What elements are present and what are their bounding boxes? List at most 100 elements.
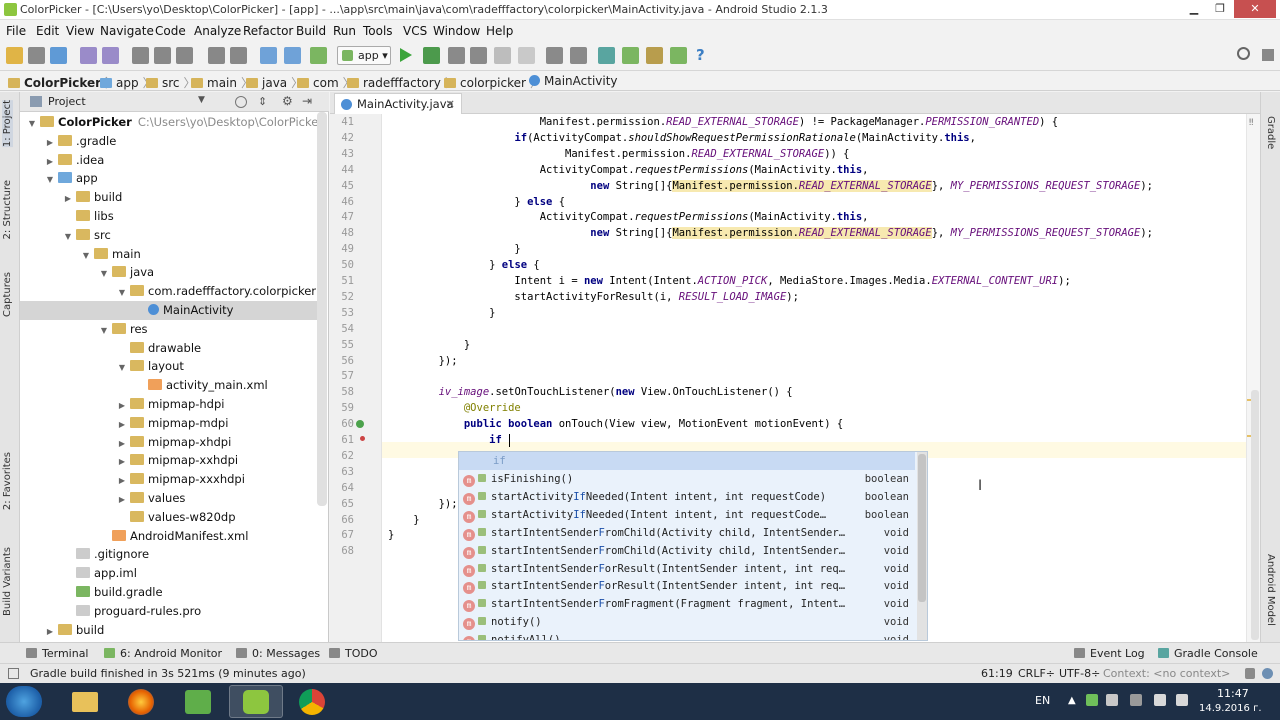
tree-item[interactable]: ▼ main [20,245,317,264]
sdk-manager-icon[interactable] [646,47,663,64]
tray-network-icon[interactable] [1106,694,1118,706]
completion-item[interactable]: if [459,452,915,470]
tool-tab-todo[interactable]: TODO [329,647,378,660]
attach-debugger-icon[interactable] [470,47,487,64]
menu-analyze[interactable]: Analyze [194,24,241,38]
android-device-monitor-icon[interactable] [670,47,687,64]
taskbar-chrome[interactable] [286,685,340,718]
breadcrumb-item[interactable]: colorpicker〉 [444,74,542,91]
context-indicator[interactable]: Context: <no context> [1103,667,1230,680]
tree-item[interactable]: ▶ mipmap-xxxhdpi [20,470,317,489]
minimize-button[interactable]: ▁ [1182,0,1206,18]
avatar-icon[interactable] [1262,49,1274,61]
debug-icon[interactable] [423,47,440,64]
tool-tab-gradle-console[interactable]: Gradle Console [1158,647,1258,660]
code-line[interactable]: new String[]{Manifest.permission.READ_EX… [388,227,1153,240]
caret-position[interactable]: 61:19 [981,667,1013,680]
make-project-icon[interactable] [310,47,327,64]
taskbar-firefox[interactable] [115,685,169,718]
menu-vcs[interactable]: VCS [403,24,427,38]
completion-item[interactable]: m startActivityIfNeeded(Intent intent, in… [459,506,915,524]
code-line[interactable]: ActivityCompat.requestPermissions(MainAc… [388,164,869,176]
code-line[interactable]: if(ActivityCompat.shouldShowRequestPermi… [388,132,976,144]
tray-app-icon[interactable] [1086,694,1098,706]
tray-chevron-icon[interactable]: ▲ [1068,695,1076,706]
forward-icon[interactable] [284,47,301,64]
tree-item[interactable]: ▶ mipmap-mdpi [20,414,317,433]
stop-icon[interactable] [518,47,535,64]
tree-item[interactable]: ▼ res [20,320,317,339]
copy-icon[interactable] [154,47,171,64]
menu-run[interactable]: Run [333,24,356,38]
tree-item[interactable]: ▶ build [20,188,317,207]
completion-item[interactable]: m startIntentSenderForResult(IntentSender… [459,577,915,595]
tool-windows-icon[interactable] [8,668,19,679]
tree-item[interactable]: AndroidManifest.xml [20,527,317,546]
expand-down-icon[interactable]: ▼ [44,170,56,189]
file-encoding[interactable]: UTF-8÷ [1059,667,1100,680]
tree-item[interactable]: build.gradle [20,583,317,602]
open-icon[interactable] [6,47,23,64]
maximize-button[interactable]: ❐ [1208,0,1232,18]
code-line[interactable]: } [388,529,394,541]
close-button[interactable]: ✕ [1234,0,1276,18]
tree-item[interactable]: ▶ build [20,621,317,640]
menu-view[interactable]: View [66,24,94,38]
settings-icon[interactable] [570,47,587,64]
clock-time[interactable]: 11:47 [1217,687,1249,700]
code-line[interactable]: @Override [388,402,521,414]
language-indicator[interactable]: EN [1035,694,1050,707]
code-line[interactable]: }); [388,355,458,367]
code-line[interactable]: if [388,434,502,446]
tree-item[interactable]: activity_main.xml [20,376,317,395]
avd-manager-icon[interactable] [622,47,639,64]
breadcrumb-item[interactable]: MainActivity [529,74,618,88]
code-line[interactable]: iv_image.setOnTouchListener(new View.OnT… [388,386,793,398]
project-scrollbar[interactable] [317,112,327,506]
menu-help[interactable]: Help [486,24,513,38]
tool-tab-favorites[interactable]: 2: Favorites [2,452,13,510]
chevron-down-icon[interactable]: ▼ [198,95,205,105]
status-message[interactable]: Gradle build finished in 3s 521ms (9 min… [30,667,306,680]
expand-right-icon[interactable]: ▶ [44,622,56,641]
tree-item[interactable]: ▶ mipmap-xhdpi [20,433,317,452]
tree-item[interactable]: libs [20,207,317,226]
save-icon[interactable] [28,47,45,64]
code-line[interactable]: Intent i = new Intent(Intent.ACTION_PICK… [388,275,1070,287]
tree-item[interactable]: ▼ com.radefffactory.colorpicker [20,282,317,301]
clock-date[interactable]: 14.9.2016 г. [1199,703,1262,714]
expand-right-icon[interactable]: ▶ [44,133,56,152]
tree-item[interactable]: MainActivity [20,301,317,320]
expand-down-icon[interactable]: ▼ [80,246,92,265]
inspector-icon[interactable] [1262,668,1273,679]
editor-scrollbar[interactable] [1251,390,1259,640]
help-icon[interactable]: ? [696,46,705,64]
menu-code[interactable]: Code [155,24,186,38]
tool-tab-android-model[interactable]: Android Model [1265,554,1276,626]
hide-panel-icon[interactable]: ⇥ [302,94,312,108]
expand-right-icon[interactable]: ▶ [44,152,56,171]
breadcrumb-item[interactable]: src 〉 [146,74,196,91]
project-view-select[interactable]: Project [48,95,86,108]
code-line[interactable]: } else { [388,196,565,208]
tree-item[interactable]: app.iml [20,564,317,583]
tree-item[interactable]: ▶ values [20,489,317,508]
sync-icon[interactable] [50,47,67,64]
expand-down-icon[interactable]: ▼ [116,283,128,302]
code-line[interactable]: } [388,339,470,351]
completion-item[interactable]: m startIntentSenderFromChild(Activity chi… [459,542,915,560]
tool-tab-messages[interactable]: 0: Messages [236,647,320,660]
completion-item[interactable]: m notify() void [459,613,915,631]
start-button[interactable] [6,686,42,717]
tray-monitor-icon[interactable] [1154,694,1166,706]
menu-edit[interactable]: Edit [36,24,59,38]
gradle-sync-icon[interactable] [598,47,615,64]
lock-icon[interactable] [1245,668,1255,679]
menu-window[interactable]: Window [433,24,480,38]
code-line[interactable]: Manifest.permission.READ_EXTERNAL_STORAG… [388,148,850,160]
taskbar-app[interactable] [172,685,226,718]
tray-volume-icon[interactable] [1176,694,1188,706]
code-line[interactable]: Manifest.permission.READ_EXTERNAL_STORAG… [388,116,1058,128]
tool-tab-project[interactable]: 1: Project [2,100,13,148]
collapse-all-icon[interactable]: ⇕ [258,95,267,108]
